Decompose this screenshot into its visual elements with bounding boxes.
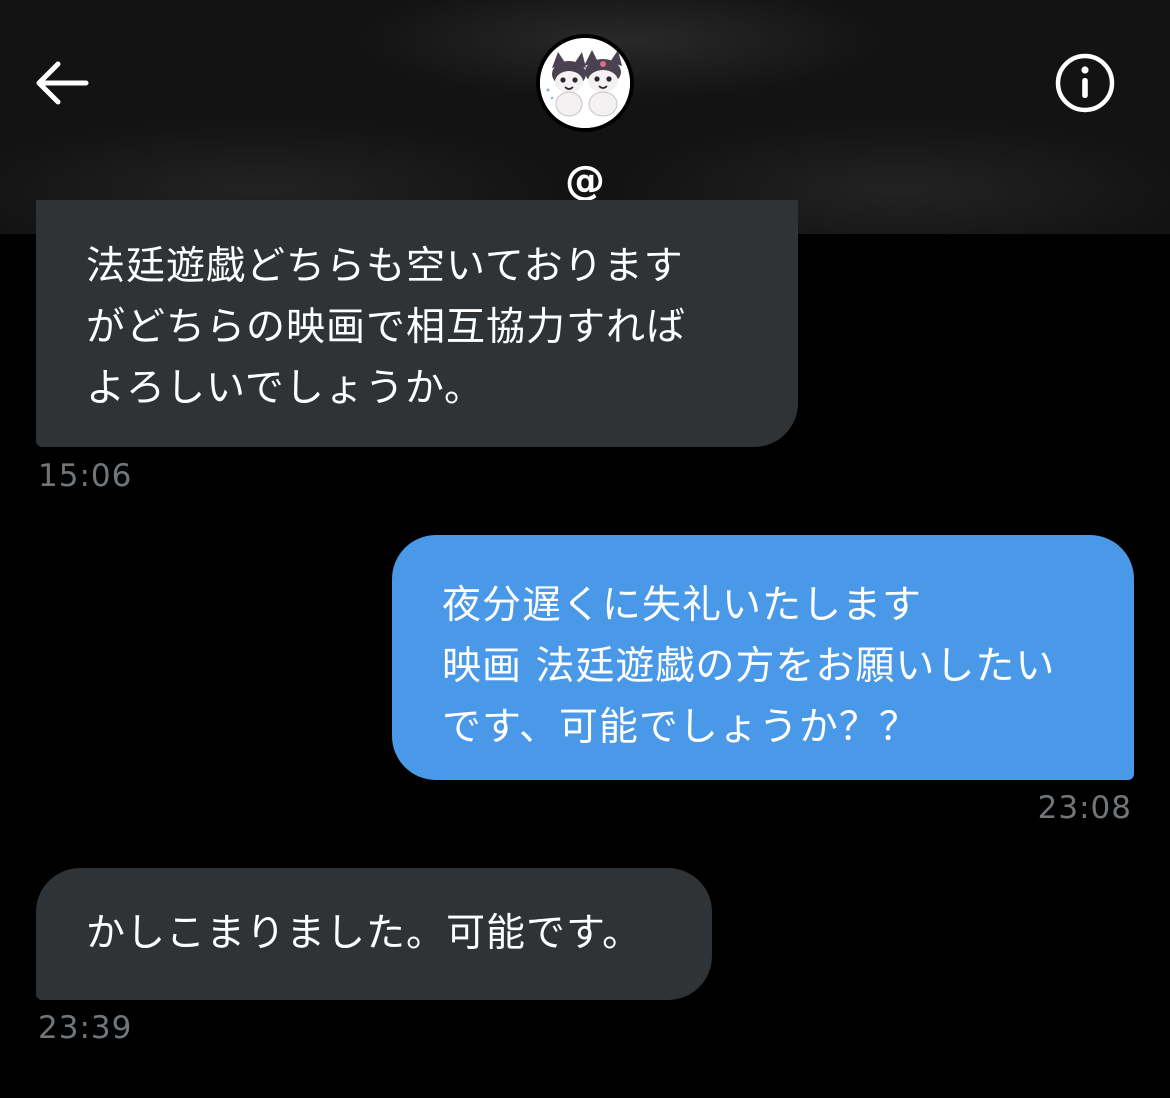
message-bubble-sent[interactable]: 夜分遅くに失礼いたします 映画 法廷遊戯の方をお願いしたい です、可能でしょうか… [392,535,1134,780]
message-bubble-received[interactable]: かしこまりました。可能です。 [36,868,712,1000]
message-text: です、可能でしょうか？？ [442,705,919,750]
message-text: 法廷遊戯どちらも空いております [86,244,684,289]
info-button[interactable] [1052,50,1118,116]
back-button[interactable] [28,50,94,116]
message-timestamp: 23:39 [38,1010,133,1046]
message-text: 映画 法廷遊戯の方をお願いしたい [442,644,1056,689]
arrow-left-icon [36,61,89,105]
message-timestamp: 15:06 [38,458,133,494]
message-timestamp: 23:08 [1037,790,1132,826]
message-text: 夜分遅くに失礼いたします [442,583,923,628]
conversation-handle[interactable]: @ [485,158,685,204]
avatar-image [540,38,630,128]
conversation-header: @ [0,0,1170,234]
message-bubble-received[interactable]: 法廷遊戯どちらも空いております がどちらの映画で相互協力すれば よろしいでしょう… [36,200,798,447]
message-text: かしこまりました。可能です。 [86,911,643,956]
avatar[interactable] [536,34,634,132]
message-text: よろしいでしょうか。 [86,366,485,411]
info-circle-icon [1055,53,1115,113]
message-text: がどちらの映画で相互協力すれば [86,305,687,350]
